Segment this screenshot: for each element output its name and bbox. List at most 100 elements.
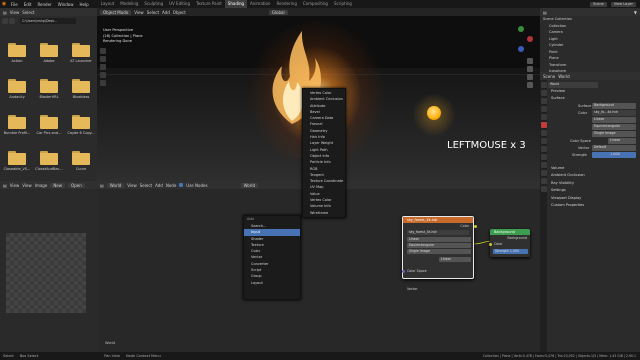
bg-color-socket[interactable] xyxy=(488,242,492,246)
open-image-button[interactable]: Open xyxy=(68,182,85,188)
source-dropdown[interactable]: Single Image xyxy=(592,131,636,137)
menu-window[interactable]: Window xyxy=(55,2,77,7)
viewport-object-menu[interactable]: Object xyxy=(173,10,186,15)
tool-tab-icon[interactable] xyxy=(540,82,547,88)
env-vector-socket[interactable] xyxy=(401,269,405,273)
folder-icon[interactable] xyxy=(8,79,26,93)
cursor-tool-icon[interactable] xyxy=(100,56,106,62)
interp-dropdown[interactable]: Linear xyxy=(592,117,636,123)
surface-dropdown[interactable]: Background xyxy=(592,103,636,109)
custom-props-section[interactable]: Custom Properties xyxy=(548,202,640,210)
preview-section[interactable]: Preview xyxy=(548,88,640,96)
menu-help[interactable]: Help xyxy=(76,2,91,7)
file-path-field[interactable]: C:\Users\nshp\Desk... xyxy=(20,18,76,24)
input-menu-item[interactable]: Wireframe xyxy=(303,210,345,216)
menu-edit[interactable]: Edit xyxy=(21,2,35,7)
viewport-view-menu[interactable]: View xyxy=(134,10,144,15)
folder-icon[interactable] xyxy=(72,79,90,93)
texture-tab-icon[interactable] xyxy=(540,186,547,192)
tab-scripting[interactable]: Scripting xyxy=(331,0,355,8)
file-view-menu[interactable]: View xyxy=(10,10,20,15)
object-mode-dropdown[interactable]: Object Mode xyxy=(100,9,132,15)
viewport-add-menu[interactable]: Add xyxy=(162,10,170,15)
surface-section[interactable]: Surface xyxy=(548,95,640,103)
tab-layout[interactable]: Layout xyxy=(98,0,118,8)
tab-shading[interactable]: Shading xyxy=(224,0,248,8)
color-image-field[interactable]: sky_fo...4k.hdr xyxy=(592,110,636,116)
object-tab-icon[interactable] xyxy=(540,130,547,136)
image-editor-type-icon[interactable]: ▤ xyxy=(3,183,7,188)
camera-view-icon[interactable] xyxy=(527,74,533,80)
outliner-type-icon[interactable]: ▤ xyxy=(543,10,547,15)
env-colorspace-dropdown[interactable]: Linear xyxy=(439,256,471,262)
folder-icon[interactable] xyxy=(72,151,90,165)
tab-rendering[interactable]: Rendering xyxy=(273,0,299,8)
tab-modeling[interactable]: Modeling xyxy=(117,0,141,8)
menu-render[interactable]: Render xyxy=(34,2,54,7)
env-projection-dropdown[interactable]: Equirectangular xyxy=(407,243,471,248)
move-tool-icon[interactable] xyxy=(100,64,106,70)
folder-icon[interactable] xyxy=(40,115,58,129)
view-layer-tab-icon[interactable] xyxy=(540,106,547,112)
data-tab-icon[interactable] xyxy=(540,170,547,176)
add-menu-item[interactable]: Layout xyxy=(244,280,300,286)
tab-compositing[interactable]: Compositing xyxy=(300,0,331,8)
gizmo-x-axis-icon[interactable] xyxy=(527,36,533,42)
ray-visibility-section[interactable]: Ray Visibility xyxy=(548,180,640,188)
image-menu[interactable]: Image xyxy=(35,183,48,188)
file-select-menu[interactable]: Select xyxy=(22,10,34,15)
volume-section[interactable]: Volume xyxy=(548,165,640,173)
constraints-tab-icon[interactable] xyxy=(540,162,547,168)
scene-selector[interactable]: Scene xyxy=(590,1,607,7)
strength-field[interactable]: 1.000 xyxy=(592,152,636,158)
folder-icon[interactable] xyxy=(40,79,58,93)
tab-animation[interactable]: Animation xyxy=(247,0,273,8)
folder-icon[interactable] xyxy=(72,115,90,129)
ao-section[interactable]: Ambient Occlusion xyxy=(548,172,640,180)
viewport-display-section[interactable]: Viewport Display xyxy=(548,195,640,203)
navigation-gizmo[interactable] xyxy=(507,26,535,54)
editor-type-icon[interactable]: ▤ xyxy=(3,10,7,15)
env-image-selector[interactable]: sky_forest_4k.hdr xyxy=(407,230,469,235)
world-tab-icon[interactable] xyxy=(540,122,547,128)
tab-uv-editing[interactable]: UV Editing xyxy=(166,0,193,8)
scene-tab-icon[interactable] xyxy=(540,114,547,120)
hand-pan-icon[interactable] xyxy=(527,66,533,72)
background-node[interactable]: Background Background Color Strength 1.0… xyxy=(488,229,530,257)
gizmo-z-axis-icon[interactable] xyxy=(518,46,524,52)
physics-tab-icon[interactable] xyxy=(540,154,547,160)
select-tool-icon[interactable] xyxy=(100,48,106,54)
particles-tab-icon[interactable] xyxy=(540,146,547,152)
color-space-dropdown[interactable]: Linear xyxy=(608,138,636,144)
input-menu-item[interactable]: Ambient Occlusion xyxy=(303,96,345,102)
blender-logo-icon[interactable]: ◉ xyxy=(0,0,8,8)
forward-icon[interactable] xyxy=(9,18,15,24)
folder-icon[interactable] xyxy=(40,151,58,165)
gizmo-y-axis-icon[interactable] xyxy=(518,26,524,32)
folder-icon[interactable] xyxy=(8,43,26,57)
render-tab-icon[interactable] xyxy=(540,90,547,96)
image-view2-menu[interactable]: View xyxy=(22,183,32,188)
vector-dropdown[interactable]: Default xyxy=(592,145,636,151)
scene-crumb[interactable]: Scene xyxy=(543,74,555,79)
env-color-socket[interactable] xyxy=(473,224,477,228)
settings-section[interactable]: Settings xyxy=(548,187,640,195)
grid-view-icon[interactable] xyxy=(527,82,533,88)
output-tab-icon[interactable] xyxy=(540,98,547,104)
back-icon[interactable] xyxy=(2,18,8,24)
viewport-select-menu[interactable]: Select xyxy=(147,10,159,15)
world-crumb[interactable]: World xyxy=(558,74,569,79)
modifier-tab-icon[interactable] xyxy=(540,138,547,144)
environment-texture-node[interactable]: sky_forest_4k.hdr Color sky_forest_4k.hd… xyxy=(401,216,477,291)
image-view-menu[interactable]: View xyxy=(10,183,20,188)
filter-icon[interactable]: ▼ xyxy=(634,10,637,15)
env-interp-dropdown[interactable]: Linear xyxy=(407,237,471,242)
view-layer-selector[interactable]: View Layer xyxy=(610,1,636,7)
folder-icon[interactable] xyxy=(72,43,90,57)
zoom-icon[interactable] xyxy=(527,58,533,64)
new-image-button[interactable]: New xyxy=(50,182,66,188)
folder-icon[interactable] xyxy=(8,151,26,165)
env-source-dropdown[interactable]: Single Image xyxy=(407,249,471,254)
folder-icon[interactable] xyxy=(8,115,26,129)
projection-dropdown[interactable]: Equirectangular xyxy=(592,124,636,130)
